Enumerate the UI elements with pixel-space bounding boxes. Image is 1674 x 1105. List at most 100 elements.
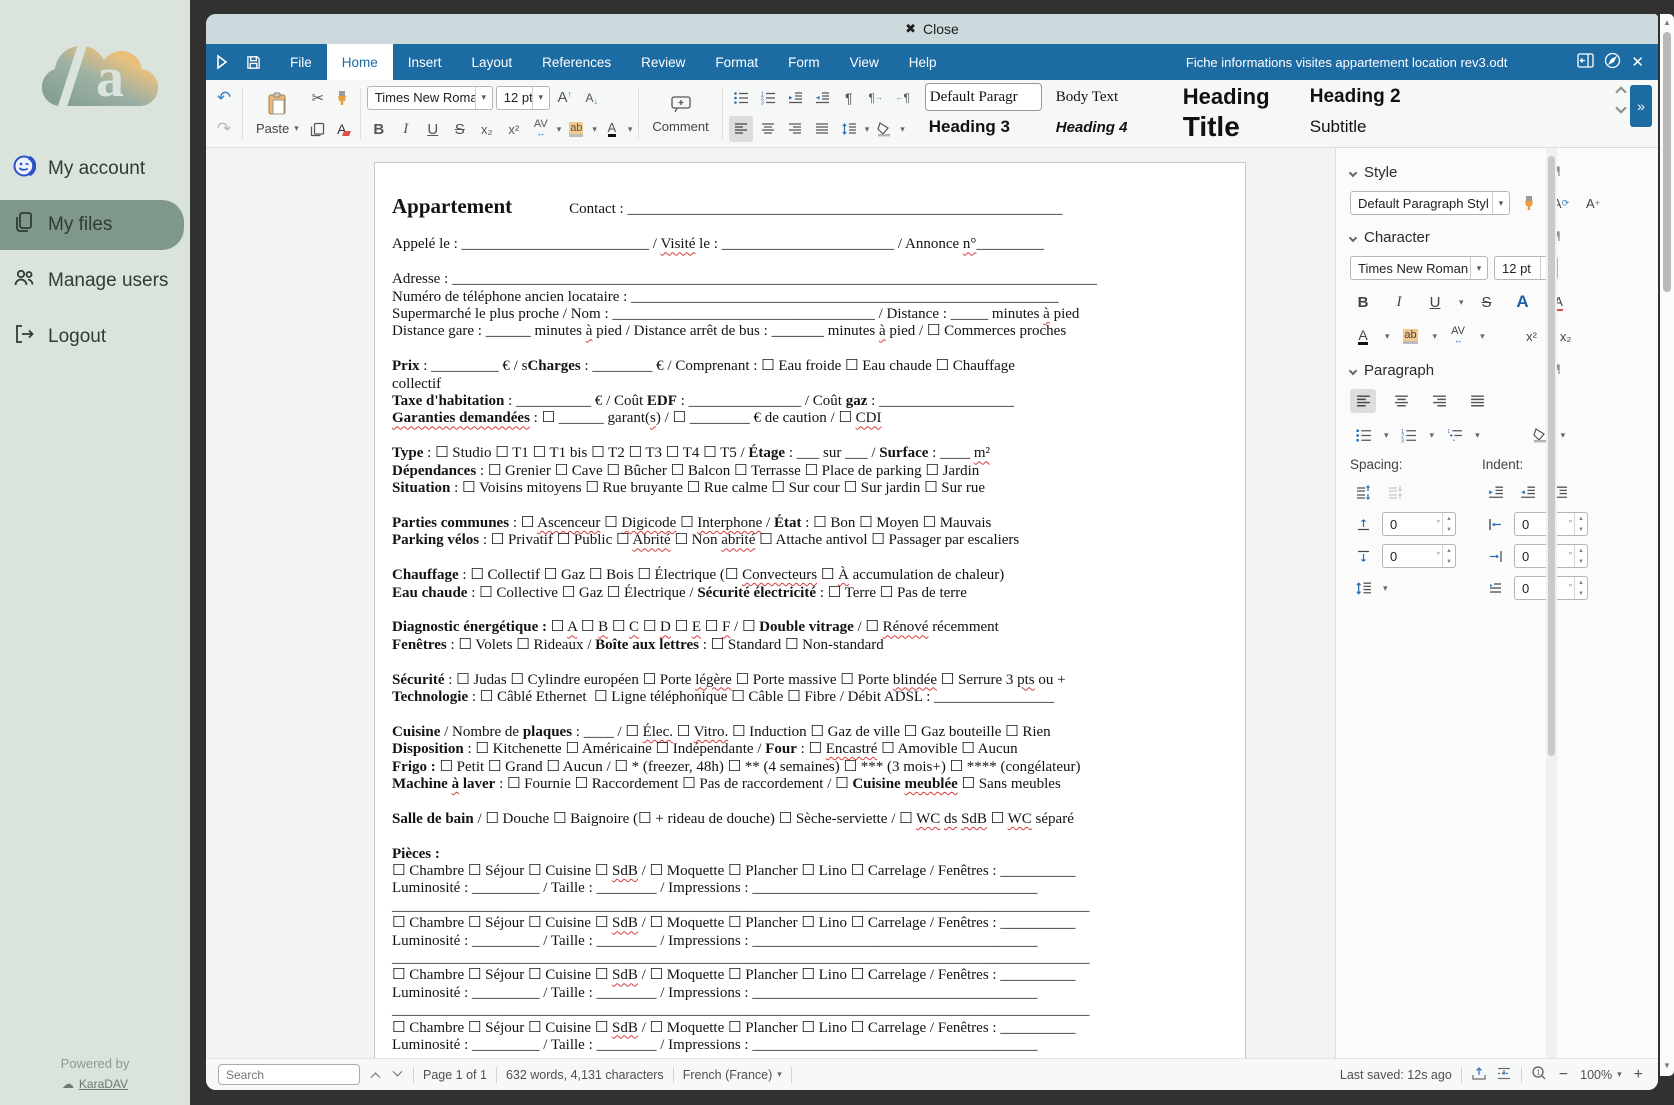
- character-spacing-button[interactable]: AV↔: [529, 116, 553, 142]
- search-next-icon[interactable]: [393, 1067, 403, 1077]
- sidebar-highlight-button[interactable]: ab: [1398, 324, 1424, 348]
- style-section-header[interactable]: Style: [1350, 164, 1564, 181]
- paragraph-background-caret-icon[interactable]: ▾: [900, 124, 905, 135]
- save-icon[interactable]: [238, 44, 269, 80]
- style-preview-body[interactable]: Body Text: [1052, 89, 1169, 106]
- sidebar-align-justify-button[interactable]: [1464, 389, 1490, 413]
- style-preview-sub[interactable]: Subtitle: [1306, 117, 1423, 137]
- underline-button[interactable]: U: [421, 116, 445, 142]
- scrollbar-up-icon[interactable]: ▲: [1660, 14, 1674, 27]
- sidebar-item-my-files[interactable]: My files: [0, 200, 184, 250]
- search-previous-icon[interactable]: [371, 1072, 381, 1082]
- save-upload-icon[interactable]: [1471, 1066, 1487, 1084]
- browser-scrollbar-thumb[interactable]: [1663, 32, 1671, 292]
- cut-button[interactable]: ✂: [306, 85, 330, 111]
- tab-view[interactable]: View: [835, 44, 894, 80]
- sidebar-item-manage-users[interactable]: Manage users: [0, 256, 190, 306]
- sidebar-bold-button[interactable]: B: [1350, 290, 1376, 314]
- copy-button[interactable]: [306, 116, 330, 142]
- sidebar-align-center-button[interactable]: [1388, 389, 1414, 413]
- clone-formatting-sidebar-button[interactable]: [1516, 191, 1542, 215]
- highlight-color-caret-icon[interactable]: ▾: [592, 124, 597, 135]
- sidebar-line-spacing-button[interactable]: [1350, 576, 1376, 600]
- sidebar-line-spacing-caret-icon[interactable]: ▾: [1383, 583, 1388, 594]
- page-break-icon[interactable]: [1496, 1066, 1512, 1084]
- align-right-button[interactable]: [783, 116, 807, 142]
- superscript-button[interactable]: x²: [502, 116, 526, 142]
- document-page[interactable]: AppartementContact : ___________________…: [374, 162, 1246, 1058]
- sidebar-underline-caret-icon[interactable]: ▾: [1459, 297, 1464, 308]
- style-preview-h3[interactable]: Heading 3: [925, 117, 1042, 137]
- tab-help[interactable]: Help: [894, 44, 952, 80]
- paste-button[interactable]: Paste▾: [249, 82, 306, 145]
- tab-file[interactable]: File: [275, 44, 327, 80]
- sidebar-underline-button[interactable]: U: [1422, 290, 1448, 314]
- style-preview-title[interactable]: Title: [1179, 111, 1296, 143]
- spacing-below-field[interactable]: 0″▲▼: [1382, 544, 1456, 568]
- style-preview-default[interactable]: Default Paragr: [925, 83, 1042, 111]
- style-preview-h2[interactable]: Heading 2: [1306, 86, 1423, 108]
- toolbar-scroll-down-icon[interactable]: [1615, 102, 1626, 113]
- zoom-level-selector[interactable]: 100%▾: [1580, 1068, 1622, 1082]
- sidebar-decrease-indent-button[interactable]: [1514, 480, 1540, 504]
- strikethrough-button[interactable]: S: [448, 116, 472, 142]
- toolbar-overflow-button[interactable]: »: [1630, 85, 1652, 127]
- document-scrollbar-thumb[interactable]: [1548, 156, 1555, 756]
- sidebar-align-left-button[interactable]: [1350, 389, 1376, 413]
- sidebar-char-spacing-button[interactable]: AV↔: [1445, 324, 1471, 348]
- paragraph-style-combobox[interactable]: Default Paragraph Styl▾: [1350, 191, 1510, 215]
- zoom-reset-icon[interactable]: 1: [1531, 1065, 1547, 1084]
- font-size-combobox[interactable]: 12 pt▾: [496, 86, 550, 110]
- paste-caret-icon[interactable]: ▾: [294, 123, 299, 134]
- sidebar-outline-button[interactable]: 1: [1441, 423, 1467, 447]
- bold-button[interactable]: B: [367, 116, 391, 142]
- paragraph-section-header[interactable]: Paragraph: [1350, 362, 1564, 379]
- sidebar-toggle-icon[interactable]: [1577, 53, 1594, 71]
- sidebar-grow-font-button[interactable]: A: [1510, 290, 1536, 314]
- style-preview-h1[interactable]: Heading: [1179, 84, 1296, 110]
- formatting-marks-button[interactable]: ¶: [837, 85, 861, 111]
- character-spacing-caret-icon[interactable]: ▾: [557, 124, 562, 135]
- font-name-combobox[interactable]: Times New Roman▾: [367, 86, 493, 110]
- paragraph-rtl-button[interactable]: ←¶: [891, 85, 915, 111]
- numbered-list-button[interactable]: 123: [756, 85, 780, 111]
- decrease-spacing-button[interactable]: [1382, 480, 1408, 504]
- redo-button[interactable]: ↷: [212, 116, 236, 142]
- sidebar-numbered-list-button[interactable]: 123: [1396, 423, 1422, 447]
- font-size-caret-icon[interactable]: ▾: [532, 87, 549, 109]
- font-color-caret-icon[interactable]: ▾: [628, 124, 633, 135]
- new-style-button[interactable]: A+: [1580, 191, 1606, 215]
- style-preview-h4[interactable]: Heading 4: [1052, 119, 1169, 136]
- sidebar-strikethrough-button[interactable]: S: [1474, 290, 1500, 314]
- zoom-in-button[interactable]: +: [1631, 1066, 1646, 1084]
- search-input[interactable]: [218, 1064, 360, 1085]
- language-selector[interactable]: French (France)▾: [683, 1068, 782, 1082]
- undo-button[interactable]: ↶: [212, 85, 236, 111]
- line-spacing-caret-icon[interactable]: ▾: [865, 124, 870, 135]
- paragraph-background-button[interactable]: [872, 116, 896, 142]
- sidebar-font-color-button[interactable]: A: [1350, 324, 1376, 348]
- clear-formatting-button[interactable]: A: [330, 116, 354, 142]
- sidebar-item-my-account[interactable]: My account: [0, 144, 190, 194]
- tab-review[interactable]: Review: [626, 44, 700, 80]
- document-viewport[interactable]: AppartementContact : ___________________…: [206, 148, 1335, 1058]
- tab-layout[interactable]: Layout: [457, 44, 528, 80]
- tab-format[interactable]: Format: [700, 44, 773, 80]
- scrollbar-down-icon[interactable]: ▼: [1660, 1061, 1674, 1070]
- browser-scrollbar[interactable]: ▲ ▼: [1660, 14, 1674, 1076]
- toolbar-scroll-up-icon[interactable]: [1615, 86, 1626, 97]
- clone-formatting-button[interactable]: [330, 85, 354, 111]
- spacing-above-up-icon[interactable]: ▲: [1446, 516, 1452, 522]
- highlight-color-button[interactable]: ab: [564, 116, 588, 142]
- paragraph-ltr-button[interactable]: ¶→: [864, 85, 888, 111]
- tab-references[interactable]: References: [527, 44, 626, 80]
- grow-font-button[interactable]: A↑: [553, 85, 577, 111]
- collapse-paragraph-icon[interactable]: [1349, 366, 1357, 374]
- character-section-header[interactable]: Character: [1350, 229, 1564, 246]
- document-scrollbar[interactable]: [1546, 148, 1557, 1058]
- subscript-button[interactable]: x₂: [475, 116, 499, 142]
- sidebar-item-logout[interactable]: Logout: [0, 312, 190, 362]
- paragraph-style-caret-icon[interactable]: ▾: [1492, 192, 1509, 214]
- tab-home[interactable]: Home: [327, 44, 393, 80]
- decrease-indent-button[interactable]: [810, 85, 834, 111]
